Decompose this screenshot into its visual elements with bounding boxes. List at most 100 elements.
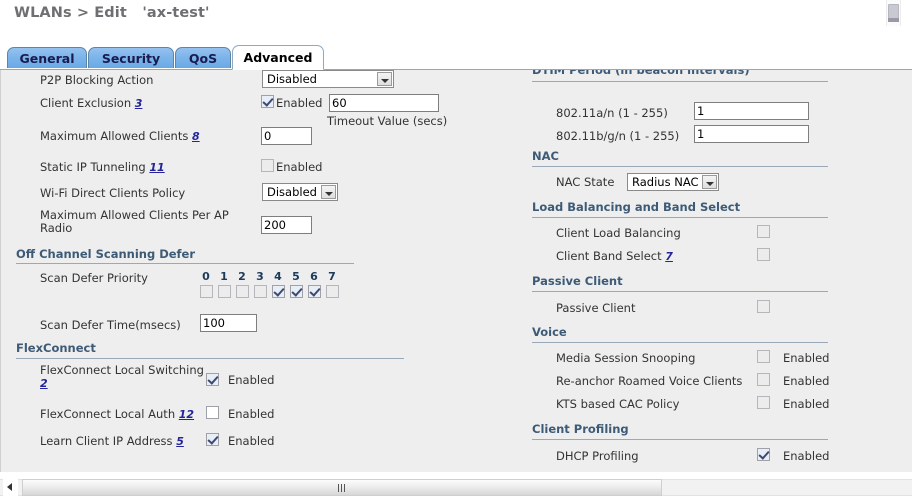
learn-client-ip-footnote[interactable]: 5 [176, 435, 184, 448]
tab-strip: General Security QoS Advanced [0, 45, 912, 70]
scan-defer-priority-checkbox-5[interactable] [290, 285, 303, 298]
nac-heading: NAC [532, 149, 559, 163]
scan-defer-priority-num-6: 6 [310, 270, 318, 283]
scan-defer-priority-checkbox-3[interactable] [254, 285, 267, 298]
client-exclusion-timeout-caption: Timeout Value (secs) [327, 114, 448, 128]
horizontal-scrollbar[interactable] [0, 472, 912, 503]
client-exclusion-timeout-input[interactable] [329, 94, 439, 112]
max-allowed-clients-input[interactable] [261, 127, 312, 145]
client-band-select-checkbox[interactable] [757, 248, 770, 261]
scan-defer-time-input[interactable] [200, 314, 257, 332]
client-exclusion-label-text: Client Exclusion [40, 96, 132, 110]
tab-advanced[interactable]: Advanced [232, 45, 324, 70]
learn-client-ip-enabled-label: Enabled [228, 434, 275, 448]
dhcp-profiling-enabled-label: Enabled [783, 449, 830, 463]
flexconnect-local-switching-checkbox[interactable] [206, 373, 219, 386]
dtim-80211an-label: 802.11a/n (1 - 255) [556, 106, 668, 120]
tab-general[interactable]: General [7, 47, 87, 68]
p2p-blocking-action-select[interactable]: Disabled [262, 70, 394, 88]
passive-client-checkbox[interactable] [757, 300, 770, 313]
flexconnect-local-auth-label-text: FlexConnect Local Auth [40, 407, 176, 421]
scrollbar-thumb[interactable] [888, 4, 899, 19]
flexconnect-divider [16, 358, 404, 359]
advanced-settings-panel: P2P Blocking Action Disabled Client Excl… [0, 69, 912, 472]
client-band-select-footnote[interactable]: 7 [665, 250, 673, 263]
scan-defer-priority-num-0: 0 [202, 270, 210, 283]
scan-defer-priority-checkbox-6[interactable] [308, 285, 321, 298]
grip-icon [338, 484, 347, 492]
dtim-80211bgn-label: 802.11b/g/n (1 - 255) [556, 129, 680, 143]
client-profiling-divider [532, 439, 828, 440]
max-allowed-clients-footnote[interactable]: 8 [192, 130, 200, 143]
nac-state-value: Radius NAC [632, 175, 699, 189]
scroll-left-arrow-icon[interactable] [3, 479, 18, 496]
max-clients-per-ap-radio-label: Maximum Allowed Clients Per AP Radio [40, 208, 229, 235]
nac-state-select[interactable]: Radius NAC [627, 173, 719, 191]
kts-cac-policy-label: KTS based CAC Policy [556, 397, 680, 411]
tab-security[interactable]: Security [88, 47, 174, 68]
scan-defer-priority-label: Scan Defer Priority [40, 271, 148, 285]
flexconnect-local-switching-label: FlexConnect Local Switching 2 [40, 363, 205, 391]
dtim-80211an-input[interactable] [694, 102, 809, 120]
scrollbar-thumb-horizontal[interactable] [22, 479, 662, 496]
max-allowed-clients-label: Maximum Allowed Clients 8 [40, 129, 200, 143]
reanchor-roamed-voice-checkbox[interactable] [757, 373, 770, 386]
chevron-down-icon [377, 72, 392, 86]
scan-defer-priority-checkbox-1[interactable] [218, 285, 231, 298]
learn-client-ip-label: Learn Client IP Address 5 [40, 434, 184, 448]
scan-defer-priority-num-2: 2 [238, 270, 246, 283]
dtim-80211bgn-input[interactable] [694, 125, 809, 143]
chevron-down-icon [702, 175, 717, 189]
static-ip-tunneling-footnote[interactable]: 11 [149, 161, 164, 174]
page-title-prefix: WLANs > Edit [14, 5, 127, 21]
max-allowed-clients-label-text: Maximum Allowed Clients [40, 129, 189, 143]
off-channel-scanning-defer-heading: Off Channel Scanning Defer [16, 247, 196, 261]
dtim-period-divider [532, 81, 828, 82]
static-ip-tunneling-checkbox[interactable] [261, 159, 274, 172]
flexconnect-local-auth-checkbox[interactable] [206, 406, 219, 419]
client-exclusion-checkbox[interactable] [261, 95, 274, 108]
client-exclusion-footnote[interactable]: 3 [135, 97, 143, 110]
kts-cac-policy-checkbox[interactable] [757, 396, 770, 409]
tab-qos[interactable]: QoS [175, 47, 231, 68]
wifi-direct-policy-value: Disabled [267, 185, 317, 199]
scan-defer-priority-checkbox-7[interactable] [326, 285, 339, 298]
chevron-down-icon [321, 185, 336, 199]
reanchor-roamed-voice-label: Re-anchor Roamed Voice Clients [556, 374, 743, 388]
voice-divider [532, 342, 828, 343]
scan-defer-time-label: Scan Defer Time(msecs) [40, 318, 181, 332]
flexconnect-local-switching-label-text: FlexConnect Local Switching [40, 363, 204, 377]
client-exclusion-label: Client Exclusion 3 [40, 96, 142, 110]
wifi-direct-policy-select[interactable]: Disabled [262, 183, 338, 201]
client-load-balancing-checkbox[interactable] [757, 225, 770, 238]
top-right-scrollbar-fragment[interactable] [886, 0, 901, 26]
load-balancing-divider [532, 217, 828, 218]
wifi-direct-policy-label: Wi-Fi Direct Clients Policy [40, 186, 186, 200]
flexconnect-local-auth-footnote[interactable]: 12 [179, 408, 194, 421]
dhcp-profiling-checkbox[interactable] [757, 448, 770, 461]
scan-defer-priority-num-1: 1 [220, 270, 228, 283]
scan-defer-priority-checkbox-4[interactable] [272, 285, 285, 298]
scan-defer-priority-checkbox-2[interactable] [236, 285, 249, 298]
flexconnect-local-switching-footnote[interactable]: 2 [40, 377, 48, 390]
media-session-snooping-checkbox[interactable] [757, 350, 770, 363]
passive-client-label: Passive Client [556, 301, 636, 315]
scan-defer-priority-num-7: 7 [328, 270, 336, 283]
flexconnect-local-auth-label: FlexConnect Local Auth 12 [40, 407, 194, 421]
dhcp-profiling-label: DHCP Profiling [556, 449, 639, 463]
media-session-snooping-enabled-label: Enabled [783, 351, 830, 365]
voice-heading: Voice [532, 325, 567, 339]
learn-client-ip-checkbox[interactable] [206, 433, 219, 446]
client-load-balancing-label: Client Load Balancing [556, 226, 681, 240]
kts-cac-policy-enabled-label: Enabled [783, 397, 830, 411]
client-exclusion-enabled-label: Enabled [276, 96, 323, 110]
p2p-blocking-action-label: P2P Blocking Action [40, 73, 154, 87]
scan-defer-priority-checkbox-0[interactable] [200, 285, 213, 298]
nac-state-label: NAC State [556, 175, 615, 189]
scan-defer-priority-num-3: 3 [256, 270, 264, 283]
static-ip-tunneling-label-text: Static IP Tunneling [40, 160, 146, 174]
load-balancing-heading: Load Balancing and Band Select [532, 200, 741, 214]
client-band-select-label-text: Client Band Select [556, 249, 662, 263]
scrollbar-end-cap [888, 18, 899, 22]
max-clients-per-ap-radio-input[interactable] [261, 216, 312, 234]
